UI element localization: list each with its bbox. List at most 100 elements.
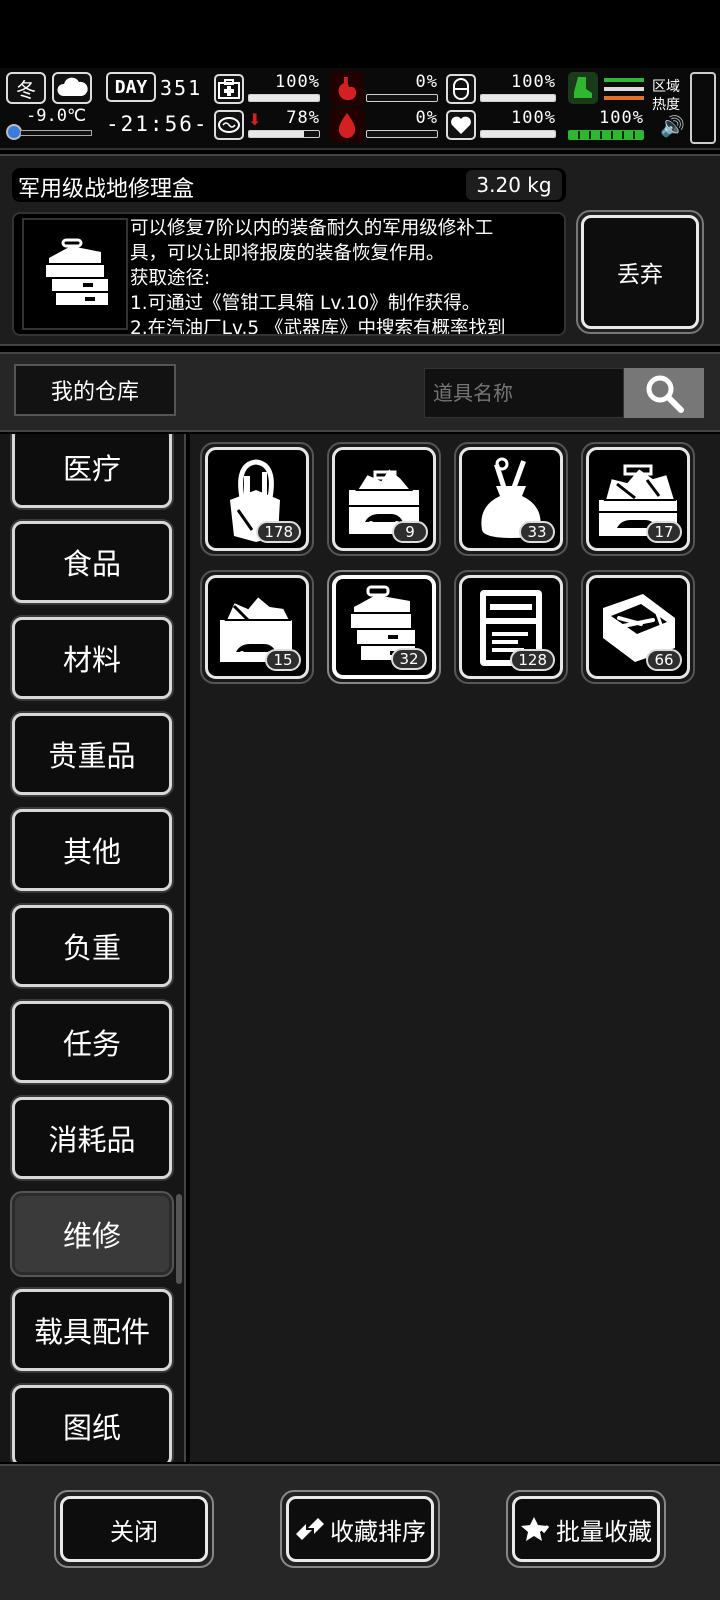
status-bar: 冬 -9.0℃ DAY 351 -21:56- 100% ⬇ 78% 0% 0%… — [0, 68, 720, 150]
item-slot[interactable]: 178 — [200, 442, 314, 556]
category-other[interactable]: 其他 — [12, 809, 172, 891]
item-count: 178 — [256, 521, 301, 543]
search-icon — [646, 375, 684, 413]
heart-value: 100% — [511, 108, 556, 128]
load-value: 100% — [599, 108, 644, 128]
item-slot[interactable]: 17 — [581, 442, 695, 556]
close-label: 关闭 — [110, 1517, 158, 1546]
item-name: 军用级战地修理盒 — [18, 177, 195, 202]
thirst-value: 0% — [415, 108, 438, 128]
item-slot[interactable]: 66 — [581, 570, 695, 684]
discard-button[interactable]: 丢弃 — [576, 210, 704, 334]
mood-value: 78% — [286, 108, 320, 128]
blood-drop-icon — [330, 108, 364, 142]
item-slot[interactable]: 9 — [327, 442, 441, 556]
category-valuables[interactable]: 贵重品 — [12, 713, 172, 795]
discard-label: 丢弃 — [617, 262, 663, 288]
season-badge: 冬 — [6, 72, 46, 104]
stamina-value: 100% — [511, 72, 556, 92]
star-icon — [521, 1517, 550, 1541]
category-label: 其他 — [62, 835, 121, 869]
load-bar — [568, 130, 644, 140]
batch-favorite-button[interactable]: 批量收藏 — [506, 1490, 666, 1568]
category-consumables[interactable]: 消耗品 — [12, 1097, 172, 1179]
category-label: 食品 — [62, 547, 121, 581]
medkit-icon — [214, 74, 244, 104]
category-load[interactable]: 负重 — [12, 905, 172, 987]
category-label: 材料 — [62, 643, 121, 677]
category-materials[interactable]: 材料 — [12, 617, 172, 699]
favorite-sort-button[interactable]: 收藏排序 — [280, 1490, 440, 1568]
category-label: 医疗 — [62, 452, 121, 486]
thirst-bar — [366, 130, 438, 138]
item-count: 15 — [265, 649, 301, 671]
item-description: 可以修复7阶以内的装备耐久的军用级修补工具，可以让即将报废的装备恢复作用。 获取… — [130, 218, 506, 336]
item-slot[interactable]: 128 — [454, 570, 568, 684]
health-value: 100% — [275, 72, 320, 92]
sort-label: 收藏排序 — [330, 1517, 426, 1546]
search-button[interactable] — [624, 368, 704, 418]
boot-icon — [568, 72, 598, 104]
item-weight-box: 3.20 kg — [466, 170, 562, 200]
category-medical[interactable]: 医疗 — [12, 434, 172, 508]
storage-title-tab: 我的仓库 — [14, 364, 176, 416]
category-label: 负重 — [62, 931, 121, 965]
stamina-bar — [480, 94, 556, 102]
zone-heat-meter — [690, 72, 716, 144]
item-count: 32 — [391, 648, 427, 670]
close-button[interactable]: 关闭 — [54, 1490, 214, 1568]
category-repair[interactable]: 维修 — [12, 1193, 172, 1275]
item-slot[interactable]: 32 — [327, 570, 441, 684]
lungs-icon — [446, 74, 476, 104]
category-blueprints[interactable]: 图纸 — [12, 1385, 172, 1462]
category-vehicle-parts[interactable]: 载具配件 — [12, 1289, 172, 1371]
hunger-value: 0% — [415, 72, 438, 92]
storage-header: 我的仓库 — [0, 352, 720, 432]
item-slot[interactable]: 33 — [454, 442, 568, 556]
mood-bar — [248, 130, 320, 138]
item-count: 9 — [392, 521, 428, 543]
storage-title: 我的仓库 — [50, 380, 139, 405]
season-text: 冬 — [16, 77, 36, 102]
heart-icon — [446, 110, 476, 140]
sort-arrows-icon — [296, 1518, 324, 1540]
item-title-bar: 军用级战地修理盒 3.20 kg — [12, 168, 566, 202]
category-quest[interactable]: 任务 — [12, 1001, 172, 1083]
load-orange-stripe — [604, 96, 644, 100]
temperature-bar — [20, 130, 92, 136]
speaker-icon[interactable]: 🔊 — [660, 114, 685, 138]
hunger-bar — [366, 94, 438, 102]
day-label-text: DAY — [114, 76, 148, 98]
heart-bar — [480, 130, 556, 138]
item-count: 66 — [646, 649, 682, 671]
day-number: 351 — [160, 76, 203, 100]
load-green-stripe — [604, 78, 644, 82]
item-weight: 3.20 kg — [476, 173, 552, 197]
item-preview-icon — [22, 218, 128, 330]
clock: -21:56- — [106, 112, 209, 136]
health-bar — [248, 94, 320, 102]
search-input[interactable] — [424, 368, 624, 418]
zone-heat-label: 区域 热度 — [652, 79, 680, 113]
stomach-icon — [330, 72, 364, 106]
sidebar-scrollbar[interactable] — [176, 1194, 182, 1284]
category-label: 维修 — [62, 1219, 121, 1253]
item-detail-panel: 军用级战地修理盒 3.20 kg 可以修复7阶以内的装备耐久的军用级修补工具，可… — [0, 154, 720, 346]
item-grid: 178 9 33 17 15 32 128 66 — [190, 434, 720, 1462]
category-label: 任务 — [62, 1027, 121, 1061]
brain-icon — [214, 110, 244, 140]
category-label: 贵重品 — [48, 739, 136, 773]
category-label: 图纸 — [62, 1411, 121, 1445]
item-count: 128 — [510, 649, 555, 671]
temperature-value: -9.0℃ — [26, 106, 87, 126]
category-label: 消耗品 — [48, 1123, 136, 1157]
item-desc-box: 可以修复7阶以内的装备耐久的军用级修补工具，可以让即将报废的装备恢复作用。 获取… — [12, 212, 566, 336]
item-count: 33 — [519, 521, 555, 543]
item-slot[interactable]: 15 — [200, 570, 314, 684]
cloud-icon — [52, 72, 92, 104]
category-food[interactable]: 食品 — [12, 521, 172, 603]
category-label: 载具配件 — [33, 1315, 150, 1349]
category-sidebar: 医疗 食品 材料 贵重品 其他 负重 任务 消耗品 维修 载具配件 图纸 — [0, 434, 186, 1462]
item-count: 17 — [646, 521, 682, 543]
day-label: DAY — [106, 72, 156, 102]
